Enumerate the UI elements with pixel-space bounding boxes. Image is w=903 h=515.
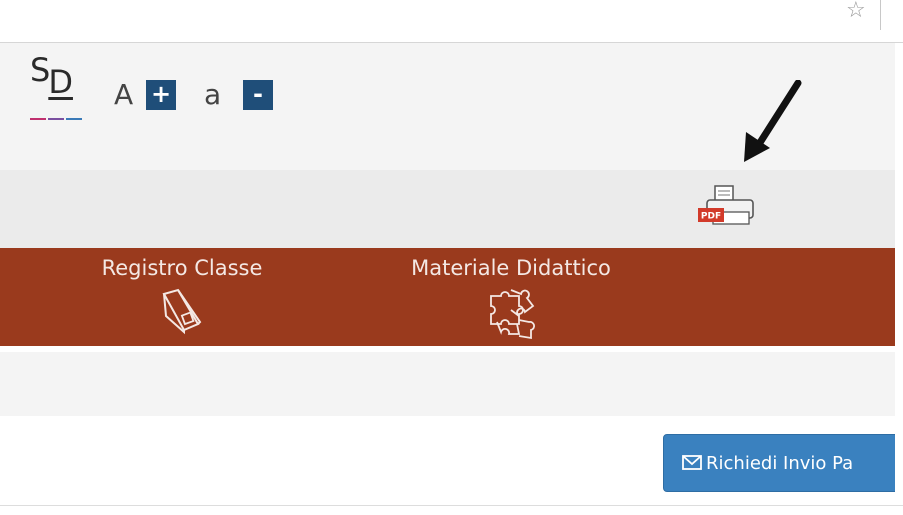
request-send-label: Richiedi Invio Pa [706, 453, 854, 474]
pdf-badge: PDF [701, 212, 721, 222]
logo-stripe-blue [66, 118, 82, 120]
main-nav: Registro Classe Materiale Didattico [0, 248, 903, 346]
book-icon [162, 288, 202, 335]
font-increase-button[interactable]: + [146, 80, 176, 110]
nav-item-materiale-didattico[interactable]: Materiale Didattico [376, 256, 646, 342]
sd-logo[interactable]: SD [30, 54, 90, 122]
logo-stripe-purple [48, 118, 64, 120]
font-decrease-label: a [204, 78, 222, 111]
logo-stripe-pink [30, 118, 46, 120]
puzzle-icon [490, 289, 535, 340]
divider [0, 505, 903, 506]
request-send-button[interactable]: Richiedi Invio Pa [663, 434, 903, 492]
annotation-arrow-icon [744, 80, 802, 162]
pdf-print-icon[interactable]: PDF [697, 184, 755, 228]
nav-item-label: Materiale Didattico [411, 256, 611, 280]
sd-logo-text: SD [30, 54, 73, 98]
bookmark-star-icon[interactable]: ☆ [846, 0, 866, 22]
font-increase-label: A [114, 78, 134, 111]
envelope-icon [682, 454, 702, 470]
nav-item-label: Registro Classe [101, 256, 263, 280]
logo-letter-d: D [48, 63, 73, 101]
toolbar-band [0, 170, 903, 248]
right-edge [895, 43, 903, 515]
font-decrease-button[interactable]: - [243, 80, 273, 110]
nav-item-registro-classe[interactable]: Registro Classe [76, 256, 288, 338]
divider [880, 0, 881, 30]
content-band [0, 352, 903, 416]
browser-bar: ☆ [0, 0, 903, 43]
